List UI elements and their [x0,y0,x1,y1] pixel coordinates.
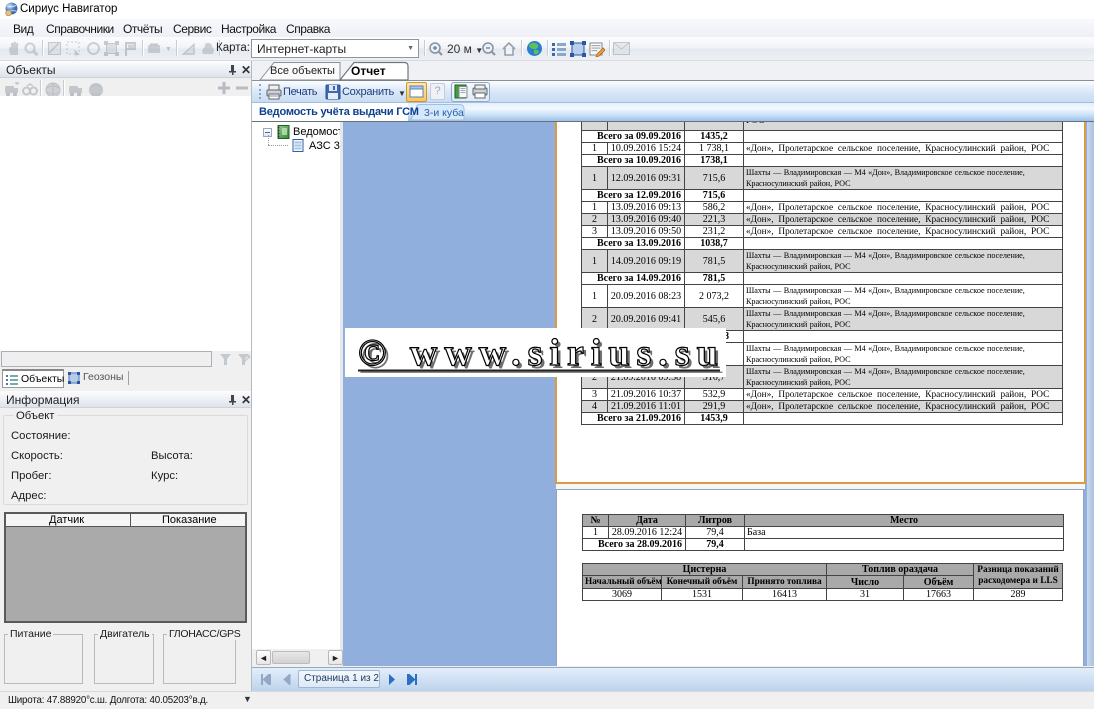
svg-text:© www.sirius.su: © www.sirius.su [358,332,725,374]
